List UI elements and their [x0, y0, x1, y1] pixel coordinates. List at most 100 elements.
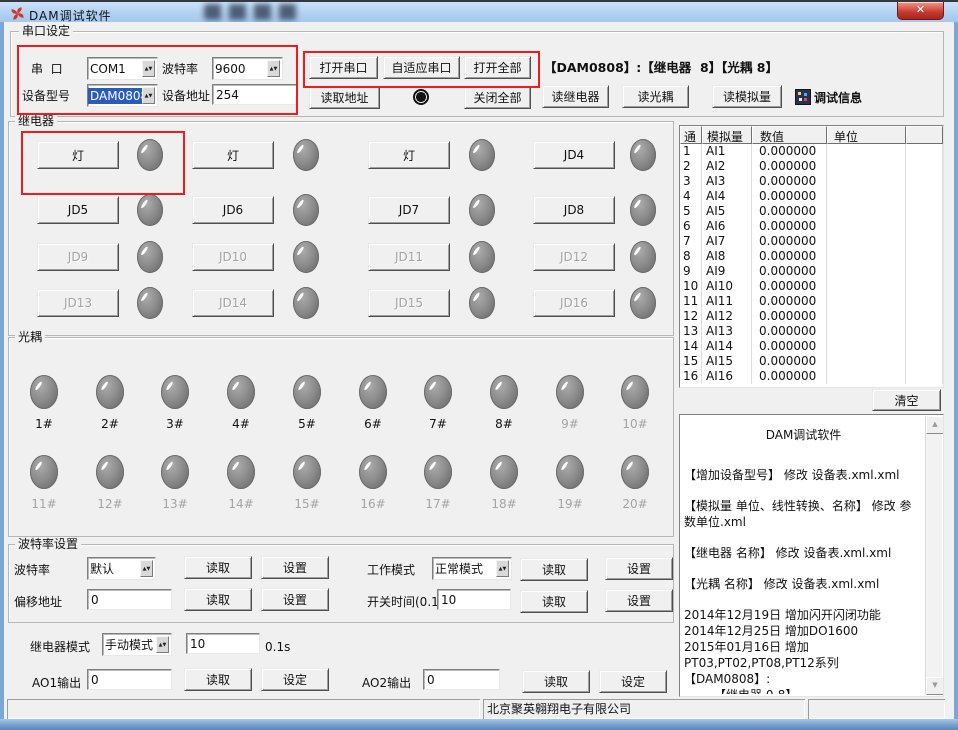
header-value[interactable]: 数值: [752, 126, 827, 144]
ao1-set-button[interactable]: 设定: [261, 668, 329, 691]
ao2-label: AO2输出: [362, 676, 411, 690]
open-all-button[interactable]: 打开全部: [464, 56, 531, 79]
debug-info-label[interactable]: 调试信息: [814, 91, 862, 105]
switch-time-input[interactable]: [437, 589, 511, 610]
relay-mode-combobox[interactable]: 手动模式 ▲▼: [102, 633, 172, 656]
baud-set-button[interactable]: 设置: [261, 556, 329, 579]
table-row[interactable]: 13AI130.000000: [680, 324, 943, 339]
dropdown-arrow-icon[interactable]: ▲▼: [496, 560, 509, 577]
relay-group-label: 继电器: [15, 114, 57, 128]
close-all-button[interactable]: 关闭全部: [464, 86, 531, 109]
relay-button-13: JD13: [37, 289, 119, 317]
title-bar[interactable]: DAM调试软件: [0, 2, 958, 22]
table-row[interactable]: 12AI120.000000: [680, 309, 943, 324]
opto-label-1: 1#: [22, 417, 66, 431]
info-line: 【光耦 名称】 修改 设备表.xml.xml: [684, 576, 923, 592]
status-pane-left: [7, 699, 480, 719]
relay-button-7[interactable]: JD7: [368, 196, 450, 224]
device-model-combobox[interactable]: DAM0808 ▲▼: [87, 84, 158, 107]
debug-info-icon[interactable]: [795, 89, 811, 105]
table-row[interactable]: 2AI20.000000: [680, 159, 943, 174]
baud-combobox[interactable]: 默认 ▲▼: [87, 557, 156, 580]
relay-button-11: JD11: [368, 243, 450, 271]
ao1-read-button[interactable]: 读取: [184, 668, 252, 691]
table-row[interactable]: 9AI90.000000: [680, 264, 943, 279]
baud-read-button[interactable]: 读取: [184, 556, 252, 579]
relay-mode-time-input[interactable]: [186, 633, 260, 654]
relay-button-2[interactable]: 灯: [192, 141, 274, 169]
opto-led-5: [293, 375, 321, 409]
opto-label-4: 4#: [219, 417, 263, 431]
table-row[interactable]: 10AI100.000000: [680, 279, 943, 294]
scroll-up-icon[interactable]: ▲: [926, 416, 944, 434]
switch-set-button[interactable]: 设置: [605, 589, 673, 612]
table-row[interactable]: 15AI150.000000: [680, 354, 943, 369]
read-opto-button[interactable]: 读光耦: [622, 85, 689, 108]
offset-address-input[interactable]: [87, 589, 172, 610]
relay-button-10: JD10: [192, 243, 274, 271]
table-row[interactable]: 11AI110.000000: [680, 294, 943, 309]
offset-set-button[interactable]: 设置: [261, 588, 329, 611]
read-address-button[interactable]: 读取地址: [309, 86, 380, 109]
ao2-input[interactable]: [423, 669, 500, 690]
opto-led-16: [359, 455, 387, 489]
table-row[interactable]: 16AI160.000000: [680, 369, 943, 384]
opto-label-14: 14#: [219, 497, 263, 511]
dropdown-arrow-icon[interactable]: ▲▼: [140, 560, 153, 577]
dropdown-arrow-icon[interactable]: ▲▼: [267, 60, 280, 77]
opto-led-11: [30, 455, 58, 489]
read-relay-button[interactable]: 读继电器: [542, 85, 609, 108]
close-button[interactable]: ✕: [897, 2, 944, 20]
info-line: 2014年12月25日 增加DO1600: [684, 623, 923, 639]
table-row[interactable]: 1AI10.000000: [680, 144, 943, 159]
opto-label-3: 3#: [153, 417, 197, 431]
clear-button[interactable]: 清空: [872, 389, 941, 411]
dropdown-arrow-icon[interactable]: ▲▼: [142, 60, 155, 77]
device-info-text: 【DAM0808】:【继电器 8】【光耦 8】: [544, 61, 778, 75]
offset-read-button[interactable]: 读取: [184, 588, 252, 611]
opto-label-10: 10#: [613, 417, 657, 431]
relay-button-1[interactable]: 灯: [37, 141, 119, 169]
opto-led-13: [161, 455, 189, 489]
port-combobox[interactable]: COM1 ▲▼: [87, 57, 158, 80]
table-row[interactable]: 7AI70.000000: [680, 234, 943, 249]
relay-button-4[interactable]: JD4: [533, 141, 615, 169]
table-row[interactable]: 6AI60.000000: [680, 219, 943, 234]
open-port-button[interactable]: 打开串口: [309, 56, 378, 79]
device-address-input[interactable]: [212, 84, 297, 105]
table-row[interactable]: 5AI50.000000: [680, 204, 943, 219]
relay-button-3[interactable]: 灯: [368, 141, 450, 169]
opto-led-1: [30, 375, 58, 409]
header-unit[interactable]: 单位: [827, 126, 906, 144]
device-model-label: 设备型号: [22, 89, 70, 103]
table-row[interactable]: 4AI40.000000: [680, 189, 943, 204]
header-name[interactable]: 模拟量: [702, 126, 752, 144]
workmode-read-button[interactable]: 读取: [520, 558, 588, 581]
switch-read-button[interactable]: 读取: [520, 590, 588, 613]
relay-button-8[interactable]: JD8: [533, 196, 615, 224]
relay-led-15: [469, 287, 495, 319]
table-row[interactable]: 8AI80.000000: [680, 249, 943, 264]
opto-led-8: [490, 375, 518, 409]
ao1-input[interactable]: [87, 669, 172, 690]
adaptive-port-button[interactable]: 自适应串口: [383, 56, 460, 79]
ao2-read-button[interactable]: 读取: [522, 670, 590, 693]
scroll-down-icon[interactable]: ▼: [926, 677, 944, 695]
table-row[interactable]: 14AI140.000000: [680, 339, 943, 354]
opto-label-16: 16#: [351, 497, 395, 511]
baudrate-combobox[interactable]: 9600 ▲▼: [212, 57, 283, 80]
opto-label-2: 2#: [88, 417, 132, 431]
info-scrollbar[interactable]: ▲ ▼: [925, 416, 942, 695]
workmode-combobox[interactable]: 正常模式 ▲▼: [432, 557, 512, 580]
ao1-label: AO1输出: [32, 676, 81, 690]
dropdown-arrow-icon[interactable]: ▲▼: [142, 87, 155, 104]
ao2-set-button[interactable]: 设定: [599, 670, 667, 693]
app-window: DAM调试软件 ✕ 串口设定 串 口 COM1 ▲▼ 波特率 9600 ▲▼ 设…: [0, 0, 958, 730]
header-channel[interactable]: 通: [680, 126, 702, 144]
workmode-set-button[interactable]: 设置: [605, 557, 673, 580]
relay-button-5[interactable]: JD5: [37, 196, 119, 224]
dropdown-arrow-icon[interactable]: ▲▼: [156, 636, 169, 653]
relay-button-6[interactable]: JD6: [192, 196, 274, 224]
table-row[interactable]: 3AI30.000000: [680, 174, 943, 189]
read-analog-button[interactable]: 读模拟量: [712, 85, 782, 108]
